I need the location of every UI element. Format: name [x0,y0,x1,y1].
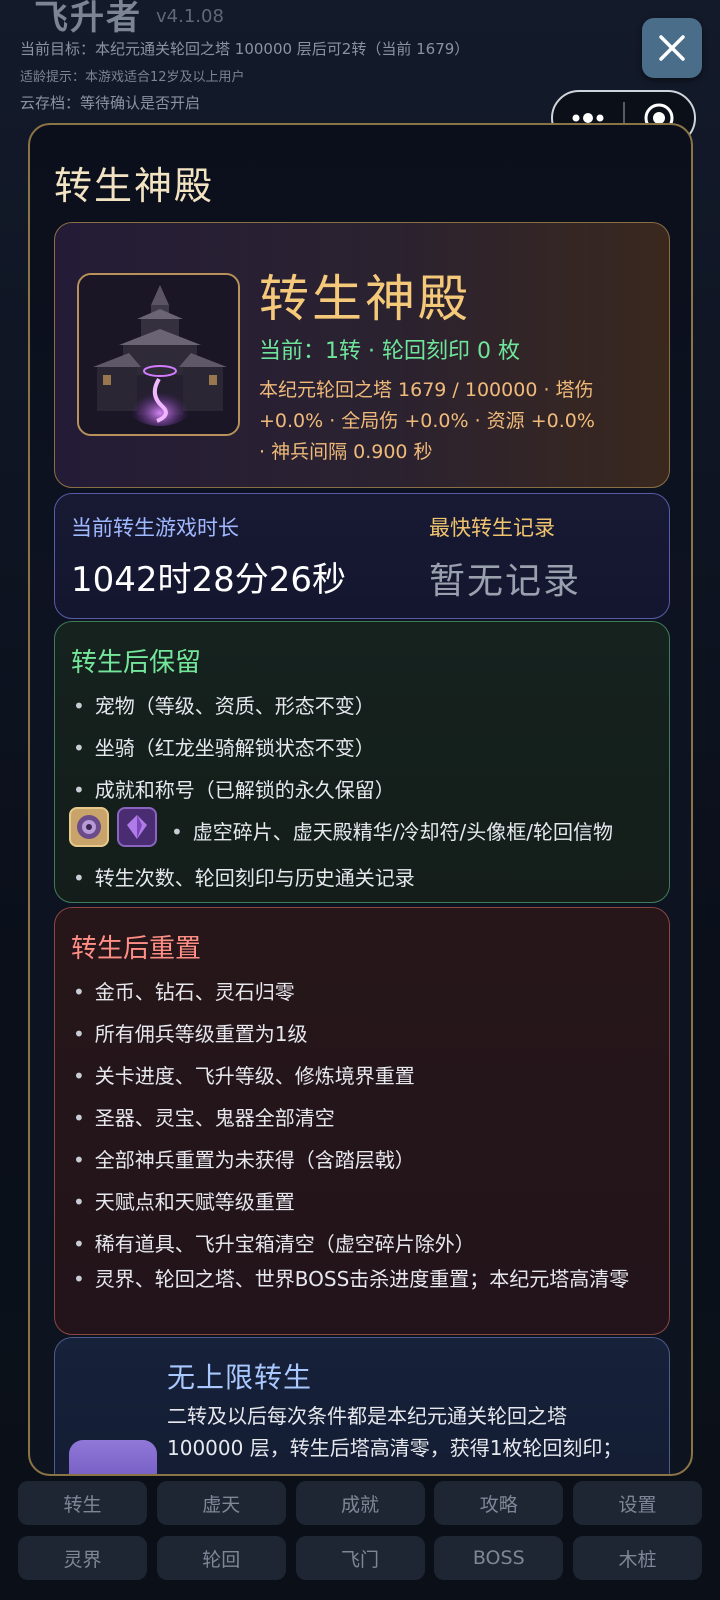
reincarnation-temple-icon [77,273,240,436]
bottom-nav-row-2: 灵界 轮回 飞门 BOSS 木桩 [18,1536,702,1580]
nav-guide[interactable]: 攻略 [434,1481,564,1525]
reset-item: • 金币、钻石、灵石归零 [73,980,295,1004]
purple-crystal-icon [117,807,157,847]
keep-item: • 宠物（等级、资质、形态不变） [73,694,375,718]
reset-after-reincarnation-card: 转生后重置 • 金币、钻石、灵石归零 • 所有佣兵等级重置为1级 • 关卡进度、飞升等… [54,907,670,1335]
reset-item: • 灵界、轮回之塔、世界BOSS击杀进度重置；本纪元塔高清零 [73,1267,630,1291]
current-time-value: 1042时28分26秒 [71,560,347,600]
reset-item: • 圣器、灵宝、鬼器全部清空 [73,1106,335,1130]
nav-flying-gate[interactable]: 飞门 [295,1536,425,1580]
unlimited-reincarnation-card: 无上限转生 二转及以后每次条件都是本纪元通关轮回之塔 100000 层，转生后塔… [54,1337,670,1474]
target-line: 当前目标：本纪元通关轮回之塔 100000 层后可2转（当前 1679） [20,40,470,58]
fastest-record-value: 暂无记录 [429,561,582,602]
bottom-nav-row-1: 转生 虚天 成就 攻略 设置 [18,1481,702,1525]
unlimited-description: 二转及以后每次条件都是本纪元通关轮回之塔 100000 层，转生后塔高清零，获得… [167,1404,623,1460]
unlimited-title: 无上限转生 [167,1361,313,1394]
keep-item: • 成就和称号（已解锁的永久保留） [73,778,395,802]
app-title: 飞升者 [34,0,142,38]
reset-item: • 所有佣兵等级重置为1级 [73,1022,308,1046]
reincarnation-status: 当前：1转 · 轮回刻印 0 枚 [259,339,520,364]
temple-name: 转生神殿 [259,270,471,328]
reset-item: • 全部神兵重置为未获得（含踏层戟） [73,1148,415,1172]
current-time-label: 当前转生游戏时长 [71,516,239,540]
modal-title: 转生神殿 [54,164,215,208]
keep-item: • 坐骑（红龙坐骑解锁状态不变） [73,736,375,760]
app-version: v4.1.08 [156,6,224,27]
close-icon [659,35,685,61]
keep-section-title: 转生后保留 [71,648,202,678]
nav-boss[interactable]: BOSS [434,1536,564,1580]
nav-spirit-realm[interactable]: 灵界 [18,1536,147,1580]
cloud-save-status: 云存档：等待确认是否开启 [20,94,201,112]
nav-xutian[interactable]: 虚天 [156,1481,286,1525]
reincarnation-modal: 转生神殿 转生神殿 当前：1转 · 轮回刻印 0 枚 本纪元轮回之塔 1679 … [28,123,693,1476]
age-tip: 适龄提示：本游戏适合12岁及以上用户 [20,70,245,85]
nav-reincarnate[interactable]: 转生 [18,1481,147,1525]
keep-item: • 虚空碎片、虚天殿精华/冷却符/头像框/轮回信物 [171,820,614,844]
temple-stats-line-2: +0.0% · 全局伤 +0.0% · 资源 +0.0% [259,410,595,432]
keep-after-reincarnation-card: 转生后保留 • 宠物（等级、资质、形态不变） • 坐骑（红龙坐骑解锁状态不变） • 成… [54,621,670,903]
nav-samsara[interactable]: 轮回 [156,1536,286,1580]
play-time-card: 当前转生游戏时长 1042时28分26秒 最快转生记录 暂无记录 [54,493,670,619]
reset-item: • 关卡进度、飞升等级、修炼境界重置 [73,1064,415,1088]
void-shard-icon [69,807,109,847]
nav-dummy[interactable]: 木桩 [573,1536,702,1580]
temple-stats-line-3: · 神兵间隔 0.900 秒 [259,441,433,463]
temple-stats: 本纪元轮回之塔 1679 / 100000 · 塔伤 +0.0% · 全局伤 +… [259,375,654,468]
reset-item: • 天赋点和天赋等级重置 [73,1190,295,1214]
temple-hero-card: 转生神殿 当前：1转 · 轮回刻印 0 枚 本纪元轮回之塔 1679 / 100… [54,222,670,488]
reset-item: • 稀有道具、飞升宝箱清空（虚空碎片除外） [73,1232,475,1256]
rune-icon [69,1440,157,1474]
close-button[interactable] [642,18,702,78]
nav-settings[interactable]: 设置 [573,1481,702,1525]
keep-item: • 转生次数、轮回刻印与历史通关记录 [73,866,415,890]
fastest-record-label: 最快转生记录 [429,516,555,540]
temple-stats-line-1: 本纪元轮回之塔 1679 / 100000 · 塔伤 [259,379,594,401]
nav-achievements[interactable]: 成就 [295,1481,425,1525]
reset-section-title: 转生后重置 [71,934,202,964]
